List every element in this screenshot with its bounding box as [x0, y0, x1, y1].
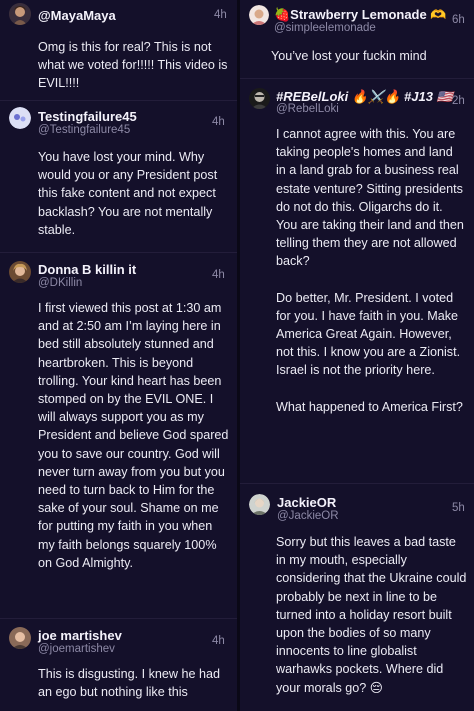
post-body: I cannot agree with this. You are taking… [276, 125, 464, 416]
post-text: I first viewed this post at 1:30 am and … [38, 301, 229, 570]
user-handle[interactable]: @simpleelemonade [274, 22, 376, 34]
user-handle[interactable]: @joemartishev [38, 643, 115, 655]
post-time: 4h [212, 635, 225, 647]
post-text: Omg is this for real? This is not what w… [38, 40, 228, 91]
avatar[interactable] [249, 88, 270, 109]
user-handle[interactable]: @Testingfailure45 [38, 124, 130, 136]
post-body: Sorry but this leaves a bad taste in my … [276, 533, 468, 697]
post-time: 6h [452, 14, 465, 26]
post-text: Do better, Mr. President. I voted for yo… [276, 290, 461, 378]
user-handle[interactable]: @JackieOR [277, 510, 339, 522]
avatar[interactable] [9, 627, 31, 649]
reply-column-right: 🍓Strawberry Lemonade 🫶 @simpleelemonade … [240, 0, 474, 711]
post-text: What happened to America First? [276, 399, 463, 414]
reply-post[interactable]: #REBelLoki 🔥⚔️🔥 #J13 🇺🇸 @RebelLoki 2h I … [240, 78, 474, 483]
post-text: You have lost your mind. Why would you o… [38, 150, 218, 237]
display-name[interactable]: joe martishev [38, 628, 122, 643]
display-name[interactable]: Donna B killin it [38, 262, 136, 277]
avatar[interactable] [9, 261, 31, 283]
post-time: 4h [212, 116, 225, 128]
display-name[interactable]: Testingfailure45 [38, 109, 137, 124]
post-text: I cannot agree with this. You are taking… [276, 127, 464, 269]
reply-post[interactable]: joe martishev @joemartishev 4h This is d… [0, 618, 237, 711]
avatar[interactable] [249, 494, 270, 515]
avatar[interactable] [9, 107, 31, 129]
display-name[interactable]: JackieOR [277, 495, 336, 510]
reply-post[interactable]: JackieOR @JackieOR 5h Sorry but this lea… [240, 483, 474, 711]
post-body: You have lost your mind. Why would you o… [38, 148, 232, 239]
post-body: You’ve lost your fuckin mind [271, 47, 467, 65]
post-time: 5h [452, 502, 465, 514]
post-body: I first viewed this post at 1:30 am and … [38, 299, 230, 572]
user-handle[interactable]: @DKillin [38, 277, 82, 289]
reply-column-left: @MayaMaya 4h Omg is this for real? This … [0, 0, 237, 711]
reply-post[interactable]: 🍓Strawberry Lemonade 🫶 @simpleelemonade … [240, 0, 474, 78]
post-time: 4h [214, 9, 227, 21]
reply-post[interactable]: @MayaMaya 4h Omg is this for real? This … [0, 0, 237, 100]
reply-post[interactable]: Testingfailure45 @Testingfailure45 4h Yo… [0, 100, 237, 252]
post-body: Omg is this for real? This is not what w… [38, 38, 230, 93]
post-time: 2h [452, 95, 465, 107]
post-body: This is disgusting. I knew he had an ego… [38, 665, 232, 701]
reply-post[interactable]: Donna B killin it @DKillin 4h I first vi… [0, 252, 237, 618]
post-text: You’ve lost your fuckin mind [271, 49, 427, 63]
post-text: This is disgusting. I knew he had an ego… [38, 667, 221, 700]
post-time: 4h [212, 269, 225, 281]
post-text: Sorry but this leaves a bad taste in my … [276, 535, 467, 695]
display-name[interactable]: @MayaMaya [38, 8, 116, 23]
avatar[interactable] [9, 3, 31, 25]
avatar[interactable] [249, 5, 269, 25]
display-name[interactable]: 🍓Strawberry Lemonade 🫶 [274, 7, 447, 23]
user-handle[interactable]: @RebelLoki [276, 103, 339, 115]
